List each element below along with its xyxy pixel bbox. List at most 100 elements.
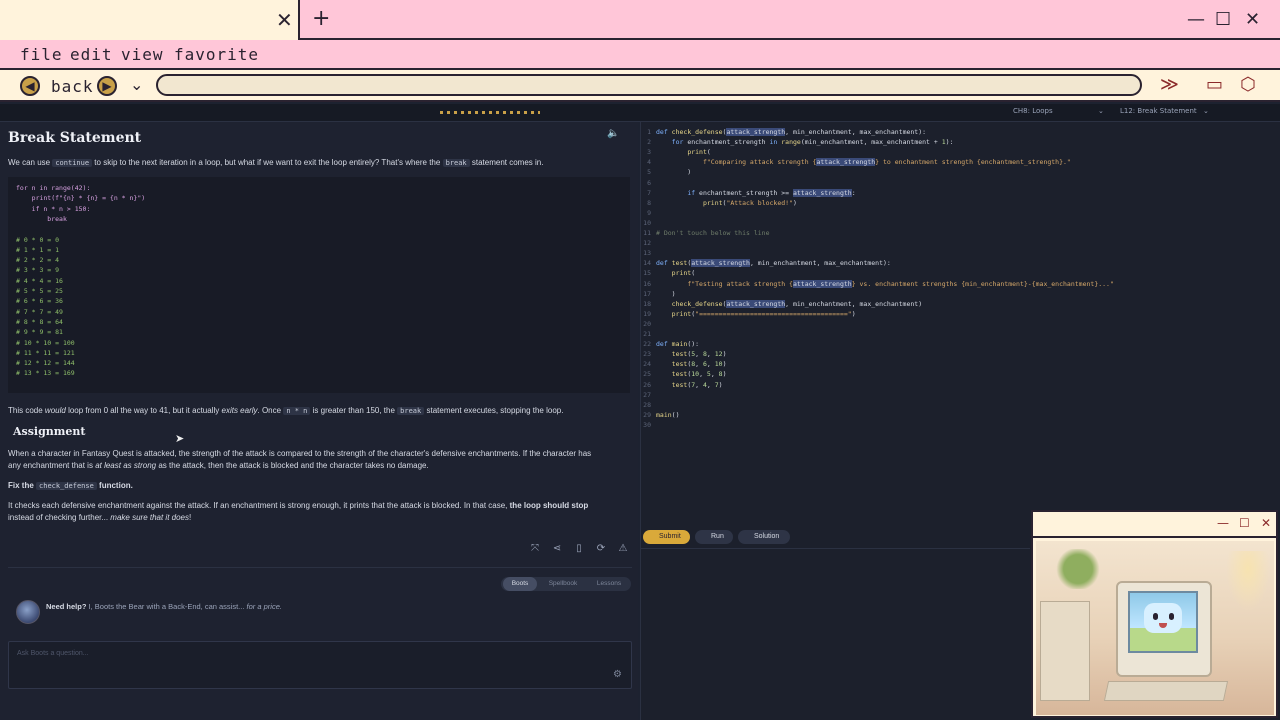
editor-code-line[interactable]: ) [656,290,676,298]
line-number: 23 [643,350,651,359]
chevron-down-icon[interactable]: ⌄ [1098,107,1104,115]
lesson-title: Break Statement [8,130,142,146]
back-button[interactable]: back [51,77,94,96]
code-line: # 7 * 7 = 49 [16,307,63,316]
tab-spellbook[interactable]: Spellbook [541,577,585,591]
code-line: for n in range(42): [16,184,91,192]
editor-code-line[interactable]: f"Testing attack strength {attack_streng… [656,279,1114,288]
fullscreen-icon[interactable]: ⤧ [528,543,542,554]
code-line: # 2 * 2 = 4 [16,256,60,265]
editor-code-line[interactable]: if enchantment_strength >= attack_streng… [656,188,856,197]
tab-boots[interactable]: Boots [503,577,537,591]
fast-forward-icon[interactable]: ≫ [1160,76,1179,94]
solution-button[interactable]: Solution [738,530,790,544]
code-line: # 11 * 11 = 121 [16,348,75,357]
editor-code-line[interactable]: def main(): [656,340,699,348]
folder-icon[interactable]: ▭ [1206,76,1223,94]
keyboard-illustration [1103,681,1229,701]
line-number: 4 [647,158,651,167]
report-icon[interactable]: ⚠ [616,543,630,554]
share-icon[interactable]: ⋖ [550,543,564,554]
editor-code-line[interactable]: ) [656,168,691,176]
browser-tab[interactable]: ✕ [0,0,300,40]
output-divider [640,548,1030,549]
line-number: 2 [647,138,651,147]
video-popup-window[interactable]: — ☐ ✕ [1031,510,1278,718]
editor-code-line[interactable]: for enchantment_strength in range(min_en… [656,138,954,146]
menu-view[interactable]: view [121,45,164,64]
line-number: 7 [647,188,651,197]
fix-paragraph: Fix the check_defense function. [8,481,133,490]
chevron-down-icon[interactable]: ⌄ [130,75,143,94]
close-window-button[interactable]: ✕ [1245,10,1260,30]
ask-input[interactable]: Ask Boots a question... ⚙ [8,641,632,689]
run-button[interactable]: Run [695,530,733,544]
editor-code-line[interactable]: print( [656,148,711,156]
assignment-heading: Assignment [13,425,86,438]
submit-button[interactable]: Submit [643,530,690,544]
forward-arrow-icon[interactable]: ▶ [97,76,117,96]
refresh-icon[interactable]: ⟳ [594,543,608,554]
app-header: CH8: Loops ⌄ L12: Break Statement ⌄ [0,104,1280,122]
code-line: # 12 * 12 = 144 [16,359,75,368]
code-line: # 6 * 6 = 36 [16,297,63,306]
editor-code-line[interactable]: print("Attack blocked!") [656,199,797,207]
code-line: # 0 * 0 = 0 [16,235,60,244]
puzzle-icon[interactable]: ⬡ [1240,76,1256,94]
chapter-select[interactable]: CH8: Loops [1013,107,1053,115]
editor-code-line[interactable]: test(8, 6, 10) [656,360,727,368]
editor-code-line[interactable]: test(10, 5, 8) [656,370,727,378]
menu-file[interactable]: file [20,45,63,64]
lesson-pane: Break Statement 🔈 We can use continue to… [0,122,638,720]
editor-code-line[interactable]: f"Comparing attack strength {attack_stre… [656,158,1071,167]
line-number: 16 [643,279,651,288]
editor-code-line[interactable]: main() [656,411,679,419]
speaker-icon[interactable]: 🔈 [607,128,619,139]
line-number: 9 [647,208,651,217]
new-tab-button[interactable]: + [312,8,330,30]
address-bar[interactable] [156,74,1142,96]
plant-illustration [1048,549,1108,589]
code-line: # 10 * 10 = 100 [16,338,75,347]
editor-code-line[interactable]: def check_defense(attack_strength, min_e… [656,128,926,136]
back-arrow-icon[interactable]: ◀ [20,76,40,96]
bookmark-icon[interactable]: ▯ [572,543,586,554]
tab-close-icon[interactable]: ✕ [276,10,293,30]
navigation-bar: ◀ back ▶ ⌄ ≫ ▭ ⬡ [0,70,1280,102]
popup-maximize-button[interactable]: ☐ [1239,516,1250,530]
line-number: 25 [643,370,651,379]
lesson-select[interactable]: L12: Break Statement [1120,107,1197,115]
code-line: # 13 * 13 = 169 [16,369,75,378]
mouse-cursor-icon: ➤ [175,432,185,445]
menu-favorite[interactable]: favorite [174,45,259,64]
editor-code-line[interactable]: test(5, 8, 12) [656,350,727,358]
help-message: Need help? I, Boots the Bear with a Back… [46,602,282,611]
minimize-button[interactable]: — [1187,10,1205,30]
assignment-paragraph-3: It checks each defensive enchantment aga… [8,501,589,522]
line-number: 5 [647,168,651,177]
maximize-button[interactable]: ☐ [1215,10,1231,30]
menu-edit[interactable]: edit [70,45,113,64]
editor-code-line[interactable]: print("=================================… [656,310,856,318]
code-line: break [16,214,67,223]
editor-code-line[interactable]: def test(attack_strength, min_enchantmen… [656,259,891,268]
divider [8,567,632,568]
code-line: # 3 * 3 = 9 [16,266,60,275]
tab-lessons[interactable]: Lessons [589,577,629,591]
popup-minimize-button[interactable]: — [1217,516,1229,530]
chevron-down-icon[interactable]: ⌄ [1203,107,1209,115]
example-code-block: for n in range(42): print(f"{n} * {n} = … [8,177,630,393]
intro-paragraph: We can use continue to skip to the next … [8,158,544,167]
code-line: print(f"{n} * {n} = {n * n}") [16,194,146,203]
line-number: 22 [643,340,651,349]
editor-code-line[interactable]: check_defense(attack_strength, min_encha… [656,299,922,308]
popup-close-button[interactable]: ✕ [1261,516,1271,530]
gear-icon[interactable]: ⚙ [613,669,622,680]
editor-code-line[interactable]: print( [656,269,696,277]
line-number: 21 [643,330,651,338]
assignment-paragraph-1: When a character in Fantasy Quest is att… [8,449,592,470]
editor-code-line[interactable]: # Don't touch below this line [656,229,770,237]
editor-code-line[interactable]: test(7, 4, 7) [656,381,723,389]
ask-placeholder: Ask Boots a question... [17,650,89,657]
menu-bar: file edit view favorite [0,40,1280,70]
